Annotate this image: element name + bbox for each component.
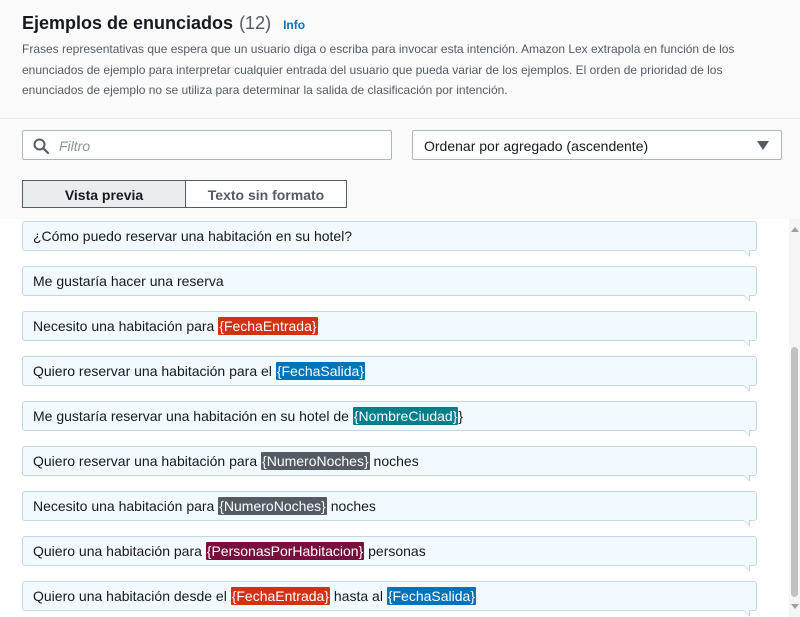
- tab-plain-text[interactable]: Texto sin formato: [186, 180, 347, 208]
- sort-select[interactable]: Ordenar por agregado (ascendente): [412, 130, 782, 160]
- scroll-down-arrow-icon[interactable]: [791, 604, 799, 609]
- section-description: Frases representativas que espera que un…: [22, 42, 735, 97]
- filter-input[interactable]: [57, 135, 381, 157]
- slot-chip: {PersonasPorHabitacion}: [205, 542, 365, 560]
- divider: [0, 118, 800, 119]
- scroll-thumb[interactable]: [791, 347, 798, 597]
- slot-chip: {FechaSalida}: [386, 587, 477, 605]
- slot-chip: {NumeroNoches}: [218, 497, 327, 515]
- utterance-text: }: [458, 408, 464, 424]
- scrollbar[interactable]: [789, 219, 800, 617]
- utterance-text: Necesito una habitación para: [33, 498, 219, 514]
- title-row: Ejemplos de enunciados (12) Info: [22, 13, 305, 34]
- utterance-item[interactable]: Me gustaría reservar una habitación en s…: [22, 401, 757, 437]
- utterance-item[interactable]: Me gustaría hacer una reserva: [22, 266, 757, 302]
- utterance-count: (12): [239, 13, 272, 33]
- utterance-list: ¿Cómo puedo reservar una habitación en s…: [0, 219, 800, 617]
- slot-chip: {FechaSalida}: [275, 362, 365, 380]
- utterance-text: Quiero una habitación desde el: [33, 588, 231, 604]
- slot-chip: {FechaEntrada}: [218, 317, 318, 335]
- utterance-text: noches: [326, 498, 376, 514]
- info-link[interactable]: Info: [283, 18, 305, 32]
- utterance-item[interactable]: Quiero una habitación para {PersonasPorH…: [22, 536, 757, 572]
- utterance-text: Necesito una habitación para: [33, 318, 219, 334]
- slot-chip: {NombreCiudad}: [352, 407, 459, 425]
- caret-down-icon: [757, 141, 769, 150]
- utterance-text: Me gustaría reservar una habitación en s…: [33, 408, 353, 424]
- utterance-text: Quiero reservar una habitación para: [33, 453, 262, 469]
- filter-field[interactable]: [22, 130, 392, 160]
- utterance-item[interactable]: Quiero reservar una habitación para {Num…: [22, 446, 757, 482]
- utterance-item[interactable]: Necesito una habitación para {NumeroNoch…: [22, 491, 757, 527]
- utterance-text: noches: [369, 453, 419, 469]
- utterance-item[interactable]: Quiero reservar una habitación para el {…: [22, 356, 757, 392]
- scroll-up-arrow-icon[interactable]: [791, 227, 799, 232]
- utterance-item[interactable]: Quiero una habitación desde el {FechaEnt…: [22, 581, 757, 617]
- search-icon: [33, 138, 49, 154]
- view-mode-toggle: Vista previa Texto sin formato: [22, 180, 347, 208]
- slot-chip: {FechaEntrada}: [230, 587, 330, 605]
- page-title: Ejemplos de enunciados: [22, 13, 234, 33]
- utterance-item[interactable]: ¿Cómo puedo reservar una habitación en s…: [22, 221, 757, 257]
- utterance-text: ¿Cómo puedo reservar una habitación en s…: [33, 228, 353, 244]
- slot-chip: {NumeroNoches}: [261, 452, 370, 470]
- sort-selected-value: Ordenar por agregado (ascendente): [424, 138, 649, 154]
- utterance-text: Quiero una habitación para: [33, 543, 206, 559]
- utterance-item[interactable]: Necesito una habitación para {FechaEntra…: [22, 311, 757, 347]
- utterance-text: personas: [364, 543, 426, 559]
- tab-preview[interactable]: Vista previa: [22, 180, 186, 208]
- utterance-text: Quiero reservar una habitación para el: [33, 363, 276, 379]
- utterance-text: Me gustaría hacer una reserva: [33, 273, 224, 289]
- utterance-text: hasta al: [330, 588, 387, 604]
